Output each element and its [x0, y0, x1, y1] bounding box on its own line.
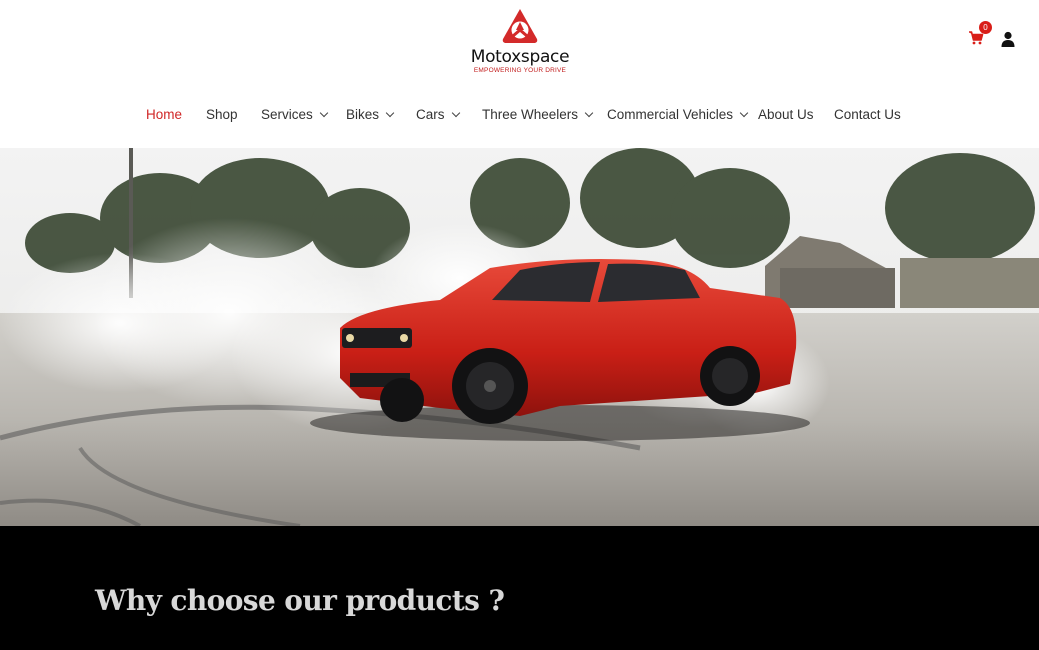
site-logo[interactable]: Motoxspace EMPOWERING YOUR DRIVE	[470, 8, 570, 84]
cart-count-badge: 0	[979, 21, 992, 34]
hero-illustration	[0, 148, 1039, 526]
nav-item-services[interactable]: Services	[261, 104, 329, 126]
nav-item-commercial-vehicles[interactable]: Commercial Vehicles	[607, 104, 749, 126]
nav-item-three-wheelers[interactable]: Three Wheelers	[482, 104, 594, 126]
chevron-down-icon	[584, 108, 594, 118]
nav-label: Cars	[416, 107, 445, 122]
nav-label: Bikes	[346, 107, 380, 122]
logo-mark-icon	[502, 9, 538, 43]
nav-item-bikes[interactable]: Bikes	[346, 104, 395, 126]
nav-label: Services	[261, 107, 313, 122]
nav-label: Home	[146, 107, 183, 122]
chevron-down-icon	[739, 108, 749, 118]
nav-label: Contact Us	[834, 107, 901, 122]
why-choose-section: Why choose our products ?	[0, 526, 1039, 650]
nav-label: About Us	[758, 107, 814, 122]
user-icon[interactable]	[1000, 31, 1016, 47]
nav-item-shop[interactable]: Shop	[206, 104, 238, 126]
nav-label: Three Wheelers	[482, 107, 579, 122]
chevron-down-icon	[319, 108, 329, 118]
chevron-down-icon	[451, 108, 460, 118]
nav-item-contact-us[interactable]: Contact Us	[834, 104, 901, 126]
nav-label: Commercial Vehicles	[607, 107, 734, 122]
section-title: Why choose our products ?	[95, 584, 505, 617]
main-navigation: Home Shop Services Bikes Cars Three Whee…	[0, 104, 1039, 126]
brand-tagline: EMPOWERING YOUR DRIVE	[473, 67, 567, 74]
nav-item-about-us[interactable]: About Us	[758, 104, 814, 126]
hero-banner-image	[0, 148, 1039, 526]
site-header: Motoxspace EMPOWERING YOUR DRIVE 0 Home …	[0, 0, 1039, 148]
nav-item-cars[interactable]: Cars	[416, 104, 460, 126]
nav-item-home[interactable]: Home	[146, 104, 182, 126]
brand-name: Motoxspace	[470, 47, 570, 67]
chevron-down-icon	[385, 108, 395, 118]
nav-label: Shop	[206, 107, 238, 122]
